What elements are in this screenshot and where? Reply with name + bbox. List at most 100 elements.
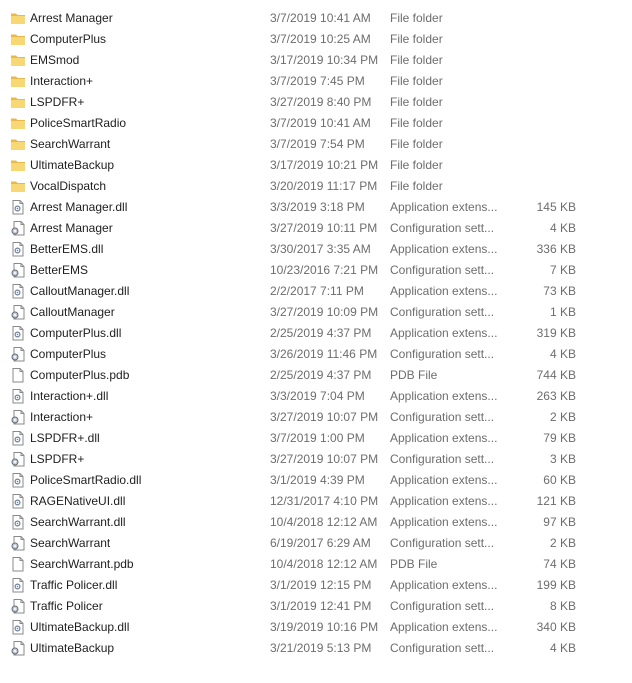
file-type: File folder: [390, 32, 443, 46]
file-name[interactable]: UltimateBackup: [30, 638, 260, 659]
file-row[interactable]: VocalDispatch 3/20/2019 11:17 PM File fold…: [0, 176, 632, 197]
file-row[interactable]: Arrest Manager 3/27/2019 10:11 PM Configur…: [0, 218, 632, 239]
file-type: Application extens...: [390, 620, 498, 634]
file-name[interactable]: ComputerPlus: [30, 344, 260, 365]
file-name[interactable]: Interaction+.dll: [30, 386, 260, 407]
file-row[interactable]: ComputerPlus 3/7/2019 10:25 AM File folder: [0, 29, 632, 50]
file-type: Configuration sett...: [390, 410, 495, 424]
file-row[interactable]: Interaction+ 3/27/2019 10:07 PM Configurat…: [0, 407, 632, 428]
file-type: Configuration sett...: [390, 263, 495, 277]
file-name[interactable]: VocalDispatch: [30, 176, 260, 197]
file-row[interactable]: SearchWarrant 6/19/2017 6:29 AM Configurat…: [0, 533, 632, 554]
config-file-icon: [10, 346, 26, 363]
file-name[interactable]: UltimateBackup: [30, 155, 260, 176]
blank-file-icon: [10, 367, 26, 384]
file-size: 3 KB: [549, 452, 576, 466]
file-date-modified: 3/7/2019 10:41 AM: [270, 11, 371, 25]
file-name[interactable]: ComputerPlus.dll: [30, 323, 260, 344]
file-name[interactable]: SearchWarrant: [30, 134, 260, 155]
dll-file-icon: [10, 577, 26, 594]
file-row[interactable]: Interaction+ 3/7/2019 7:45 PM File folder: [0, 71, 632, 92]
file-row[interactable]: LSPDFR+ 3/27/2019 8:40 PM File folder: [0, 92, 632, 113]
file-size: 1 KB: [549, 305, 576, 319]
file-name[interactable]: LSPDFR+: [30, 449, 260, 470]
file-name[interactable]: Interaction+: [30, 71, 260, 92]
file-row[interactable]: LSPDFR+ 3/27/2019 10:07 PM Configuration s…: [0, 449, 632, 470]
config-file-icon: [10, 262, 26, 279]
file-size: 4 KB: [549, 221, 576, 235]
file-row[interactable]: SearchWarrant.pdb 10/4/2018 12:12 AM PDB F…: [0, 554, 632, 575]
file-name[interactable]: Arrest Manager: [30, 8, 260, 29]
file-date-modified: 3/17/2019 10:21 PM: [270, 158, 379, 172]
file-name[interactable]: BetterEMS: [30, 260, 260, 281]
file-size: 8 KB: [549, 599, 576, 613]
file-row[interactable]: UltimateBackup 3/17/2019 10:21 PM File fol…: [0, 155, 632, 176]
file-row[interactable]: LSPDFR+.dll 3/7/2019 1:00 PM Application e…: [0, 428, 632, 449]
file-name[interactable]: BetterEMS.dll: [30, 239, 260, 260]
file-size: [520, 113, 576, 134]
file-row[interactable]: BetterEMS.dll 3/30/2017 3:35 AM Applicatio…: [0, 239, 632, 260]
file-name[interactable]: Traffic Policer.dll: [30, 575, 260, 596]
file-row[interactable]: Arrest Manager.dll 3/3/2019 3:18 PM Applic…: [0, 197, 632, 218]
file-name[interactable]: SearchWarrant.dll: [30, 512, 260, 533]
file-name[interactable]: LSPDFR+: [30, 92, 260, 113]
file-size: 263 KB: [536, 389, 576, 403]
file-name[interactable]: SearchWarrant.pdb: [30, 554, 260, 575]
file-type: Configuration sett...: [390, 536, 495, 550]
file-row[interactable]: ComputerPlus.dll 2/25/2019 4:37 PM Applica…: [0, 323, 632, 344]
file-name[interactable]: EMSmod: [30, 50, 260, 71]
dll-file-icon: [10, 430, 26, 447]
file-name[interactable]: CalloutManager.dll: [30, 281, 260, 302]
file-name[interactable]: Traffic Policer: [30, 596, 260, 617]
file-name[interactable]: RAGENativeUI.dll: [30, 491, 260, 512]
file-row[interactable]: UltimateBackup 3/21/2019 5:13 PM Configura…: [0, 638, 632, 659]
file-type: Configuration sett...: [390, 347, 495, 361]
file-row[interactable]: UltimateBackup.dll 3/19/2019 10:16 PM Appl…: [0, 617, 632, 638]
file-name[interactable]: PoliceSmartRadio.dll: [30, 470, 260, 491]
file-type: Configuration sett...: [390, 452, 495, 466]
file-row[interactable]: BetterEMS 10/23/2016 7:21 PM Configuration…: [0, 260, 632, 281]
file-name[interactable]: Arrest Manager.dll: [30, 197, 260, 218]
config-file-icon: [10, 409, 26, 426]
folder-icon: [10, 52, 26, 69]
folder-icon: [10, 136, 26, 153]
file-type: Application extens...: [390, 284, 498, 298]
file-row[interactable]: Traffic Policer 3/1/2019 12:41 PM Configur…: [0, 596, 632, 617]
file-row[interactable]: Arrest Manager 3/7/2019 10:41 AM File fold…: [0, 8, 632, 29]
file-row[interactable]: SearchWarrant.dll 10/4/2018 12:12 AM Appli…: [0, 512, 632, 533]
file-name[interactable]: UltimateBackup.dll: [30, 617, 260, 638]
file-size: 2 KB: [549, 410, 576, 424]
file-row[interactable]: ComputerPlus.pdb 2/25/2019 4:37 PM PDB Fil…: [0, 365, 632, 386]
folder-icon: [10, 31, 26, 48]
file-size: [520, 92, 576, 113]
file-size: 73 KB: [543, 284, 576, 298]
file-name[interactable]: ComputerPlus: [30, 29, 260, 50]
file-row[interactable]: CalloutManager 3/27/2019 10:09 PM Configur…: [0, 302, 632, 323]
file-type: File folder: [390, 179, 443, 193]
file-name[interactable]: CalloutManager: [30, 302, 260, 323]
file-size: 74 KB: [543, 557, 576, 571]
file-name[interactable]: LSPDFR+.dll: [30, 428, 260, 449]
file-type: Application extens...: [390, 200, 498, 214]
file-row[interactable]: Traffic Policer.dll 3/1/2019 12:15 PM Appl…: [0, 575, 632, 596]
file-name[interactable]: Interaction+: [30, 407, 260, 428]
file-type: Application extens...: [390, 473, 498, 487]
dll-file-icon: [10, 619, 26, 636]
file-name[interactable]: Arrest Manager: [30, 218, 260, 239]
file-name[interactable]: SearchWarrant: [30, 533, 260, 554]
file-row[interactable]: CalloutManager.dll 2/2/2017 7:11 PM Applic…: [0, 281, 632, 302]
dll-file-icon: [10, 493, 26, 510]
file-date-modified: 3/26/2019 11:46 PM: [270, 347, 378, 361]
file-row[interactable]: PoliceSmartRadio.dll 3/1/2019 4:39 PM Appl…: [0, 470, 632, 491]
file-size: 121 KB: [536, 494, 576, 508]
file-name[interactable]: ComputerPlus.pdb: [30, 365, 260, 386]
file-date-modified: 3/27/2019 8:40 PM: [270, 95, 372, 109]
file-name[interactable]: PoliceSmartRadio: [30, 113, 260, 134]
file-row[interactable]: Interaction+.dll 3/3/2019 7:04 PM Applicat…: [0, 386, 632, 407]
file-row[interactable]: SearchWarrant 3/7/2019 7:54 PM File folder: [0, 134, 632, 155]
file-type: Application extens...: [390, 326, 498, 340]
file-row[interactable]: EMSmod 3/17/2019 10:34 PM File folder: [0, 50, 632, 71]
file-row[interactable]: ComputerPlus 3/26/2019 11:46 PM Configurat…: [0, 344, 632, 365]
file-row[interactable]: RAGENativeUI.dll 12/31/2017 4:10 PM Applic…: [0, 491, 632, 512]
file-row[interactable]: PoliceSmartRadio 3/7/2019 10:41 AM File fo…: [0, 113, 632, 134]
